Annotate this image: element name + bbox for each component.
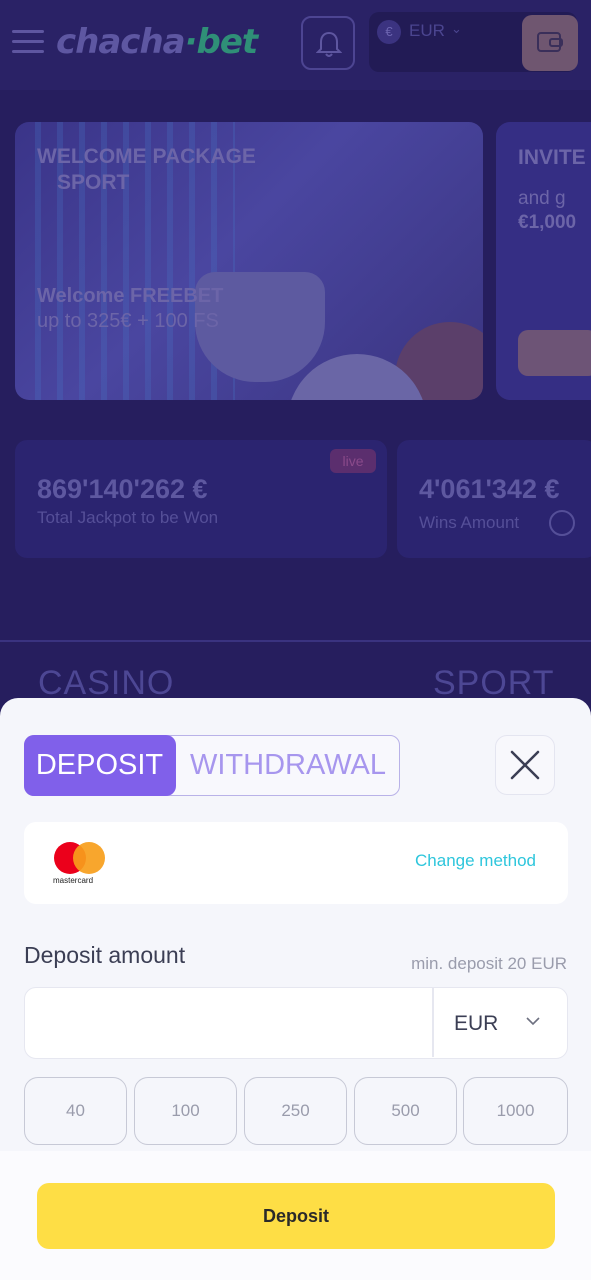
wins-card: 4'061'342 € Wins Amount: [397, 440, 591, 558]
amount-presets: 40 100 250 500 1000: [24, 1077, 568, 1145]
mastercard-icon: mastercard: [53, 842, 107, 886]
bell-icon: [316, 31, 342, 57]
amount-input[interactable]: [25, 988, 432, 1057]
tab-withdrawal[interactable]: WITHDRAWAL: [178, 735, 398, 796]
jackpot-card: live 869'140'262 € Total Jackpot to be W…: [15, 440, 387, 558]
logo[interactable]: chacha·bet: [56, 22, 258, 62]
min-deposit-hint: min. deposit 20 EUR: [411, 954, 567, 973]
chevron-down-icon: ⌄: [451, 21, 462, 36]
banner-subtitle: Welcome FREEBET up to 325€ + 100 FS: [37, 285, 224, 332]
currency-dropdown[interactable]: EUR: [434, 988, 566, 1057]
change-method-link[interactable]: Change method: [415, 851, 536, 871]
info-icon[interactable]: [549, 510, 575, 536]
wallet-button[interactable]: [522, 15, 578, 71]
menu-icon[interactable]: [12, 30, 44, 54]
top-bar: chacha·bet € EUR ⌄: [0, 0, 591, 90]
close-button[interactable]: [495, 735, 555, 795]
live-badge: live: [330, 449, 376, 473]
euro-icon: €: [377, 20, 401, 44]
action-bar: Deposit: [0, 1151, 591, 1280]
wins-label: Wins Amount: [419, 513, 520, 532]
preset-amount-button[interactable]: 40: [24, 1077, 127, 1145]
deposit-amount-label: Deposit amount: [24, 942, 186, 968]
notifications-button[interactable]: [301, 16, 355, 70]
payment-tabs: DEPOSIT WITHDRAWAL: [23, 734, 400, 796]
promo-banner-sport[interactable]: WELCOME PACKAGE SPORT Welcome FREEBET up t…: [15, 122, 483, 400]
promo-banner-invite[interactable]: INVITE and g €1,000: [496, 122, 591, 400]
banner-title: WELCOME PACKAGE SPORT: [37, 145, 256, 194]
close-icon: [510, 750, 540, 780]
currency-code: EUR: [409, 21, 445, 40]
tab-deposit[interactable]: DEPOSIT: [23, 734, 176, 796]
payment-method-card: mastercard Change method: [24, 822, 568, 904]
wins-amount: 4'061'342 €: [419, 474, 560, 504]
preset-amount-button[interactable]: 1000: [463, 1077, 568, 1145]
jackpot-label: Total Jackpot to be Won: [37, 508, 219, 527]
currency-value: EUR: [454, 1012, 499, 1035]
preset-amount-button[interactable]: 500: [354, 1077, 457, 1145]
banner-cta-button[interactable]: [518, 330, 591, 376]
wallet-icon: [537, 32, 563, 52]
deposit-sheet: DEPOSIT WITHDRAWAL mastercard Change met…: [0, 698, 591, 1280]
deposit-button[interactable]: Deposit: [37, 1183, 555, 1249]
preset-amount-button[interactable]: 250: [244, 1077, 347, 1145]
amount-field-group: EUR: [24, 987, 568, 1059]
chevron-down-icon: [526, 1017, 540, 1026]
jackpot-amount: 869'140'262 €: [37, 474, 208, 504]
preset-amount-button[interactable]: 100: [134, 1077, 237, 1145]
